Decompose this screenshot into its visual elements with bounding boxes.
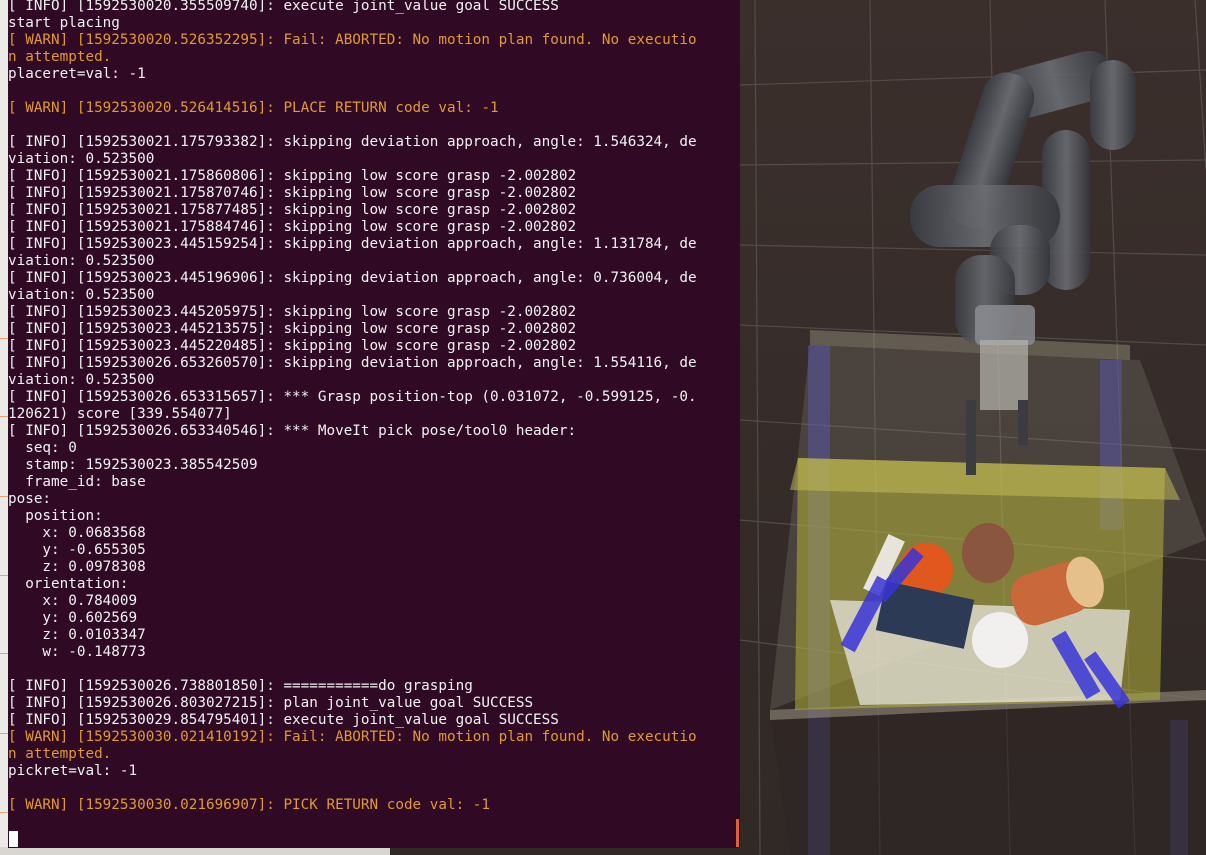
desktop-bottom-edge xyxy=(0,847,390,855)
terminal-output: [ INFO] [1592530020.355509740]: execute … xyxy=(8,0,740,814)
terminal-line: viation: 0.523500 xyxy=(8,151,155,167)
terminal-line: [ INFO] [1592530021.175877485]: skipping… xyxy=(8,202,577,218)
terminal-line: z: 0.0978308 xyxy=(8,559,146,575)
terminal-line: 120621) score [339.554077] xyxy=(8,406,232,422)
terminal-line: [ INFO] [1592530021.175884746]: skipping… xyxy=(8,219,577,235)
terminal-line: [ INFO] [1592530023.445213575]: skipping… xyxy=(8,321,577,337)
terminal-line: z: 0.0103347 xyxy=(8,627,146,643)
terminal-line: viation: 0.523500 xyxy=(8,287,155,303)
terminal-line: seq: 0 xyxy=(8,440,77,456)
terminal-line: position: xyxy=(8,508,103,524)
terminal-line: frame_id: base xyxy=(8,474,146,490)
workspace-box xyxy=(790,458,1180,710)
terminal-line-warn: [ WARN] [1592530020.526414516]: PLACE RE… xyxy=(8,100,499,116)
terminal-line: pickret=val: -1 xyxy=(8,763,138,779)
terminal-line: [ INFO] [1592530026.653260570]: skipping… xyxy=(8,355,697,371)
terminal-line: viation: 0.523500 xyxy=(8,372,155,388)
terminal-line: x: 0.0683568 xyxy=(8,525,146,541)
terminal-line: stamp: 1592530023.385542509 xyxy=(8,457,258,473)
terminal-line: [ INFO] [1592530021.175860806]: skipping… xyxy=(8,168,577,184)
terminal-line: orientation: xyxy=(8,576,129,592)
terminal-line-warn: n attempted. xyxy=(8,746,112,762)
terminal-line: [ INFO] [1592530026.653340546]: *** Move… xyxy=(8,423,577,439)
terminal-line-warn: [ WARN] [1592530030.021696907]: PICK RET… xyxy=(8,797,491,813)
terminal-line: [ INFO] [1592530023.445205975]: skipping… xyxy=(8,304,577,320)
terminal-scrollbar[interactable] xyxy=(736,819,739,847)
gear-icon xyxy=(972,612,1028,668)
terminal-line: [ INFO] [1592530026.803027215]: plan joi… xyxy=(8,695,534,711)
terminal-line: placeret=val: -1 xyxy=(8,66,146,82)
terminal-line: [ INFO] [1592530021.175870746]: skipping… xyxy=(8,185,577,201)
terminal-line: pose: xyxy=(8,491,52,507)
terminal-line: x: 0.784009 xyxy=(8,593,138,609)
terminal-line: [ INFO] [1592530023.445196906]: skipping… xyxy=(8,270,697,286)
terminal-line: viation: 0.523500 xyxy=(8,253,155,269)
terminal-line: [ INFO] [1592530023.445159254]: skipping… xyxy=(8,236,697,252)
terminal-line: [ INFO] [1592530026.738801850]: ========… xyxy=(8,678,473,694)
terminal-line: y: 0.602569 xyxy=(8,610,138,626)
terminal-line: [ INFO] [1592530026.653315657]: *** Gras… xyxy=(8,389,697,405)
mannequin-head-icon xyxy=(962,523,1014,583)
terminal-line: [ INFO] [1592530021.175793382]: skipping… xyxy=(8,134,697,150)
terminal-line: y: -0.655305 xyxy=(8,542,146,558)
terminal-cursor xyxy=(9,831,18,847)
terminal-line-warn: n attempted. xyxy=(8,49,112,65)
terminal-window[interactable]: [ INFO] [1592530020.355509740]: execute … xyxy=(8,0,740,848)
terminal-line: [ INFO] [1592530020.355509740]: execute … xyxy=(8,0,559,14)
terminal-line: w: -0.148773 xyxy=(8,644,146,660)
terminal-line: start placing xyxy=(8,15,120,31)
terminal-line-warn: [ WARN] [1592530030.021410192]: Fail: AB… xyxy=(8,729,697,745)
terminal-line-warn: [ WARN] [1592530020.526352295]: Fail: AB… xyxy=(8,32,697,48)
terminal-line: [ INFO] [1592530029.854795401]: execute … xyxy=(8,712,559,728)
terminal-line: [ INFO] [1592530023.445220485]: skipping… xyxy=(8,338,577,354)
